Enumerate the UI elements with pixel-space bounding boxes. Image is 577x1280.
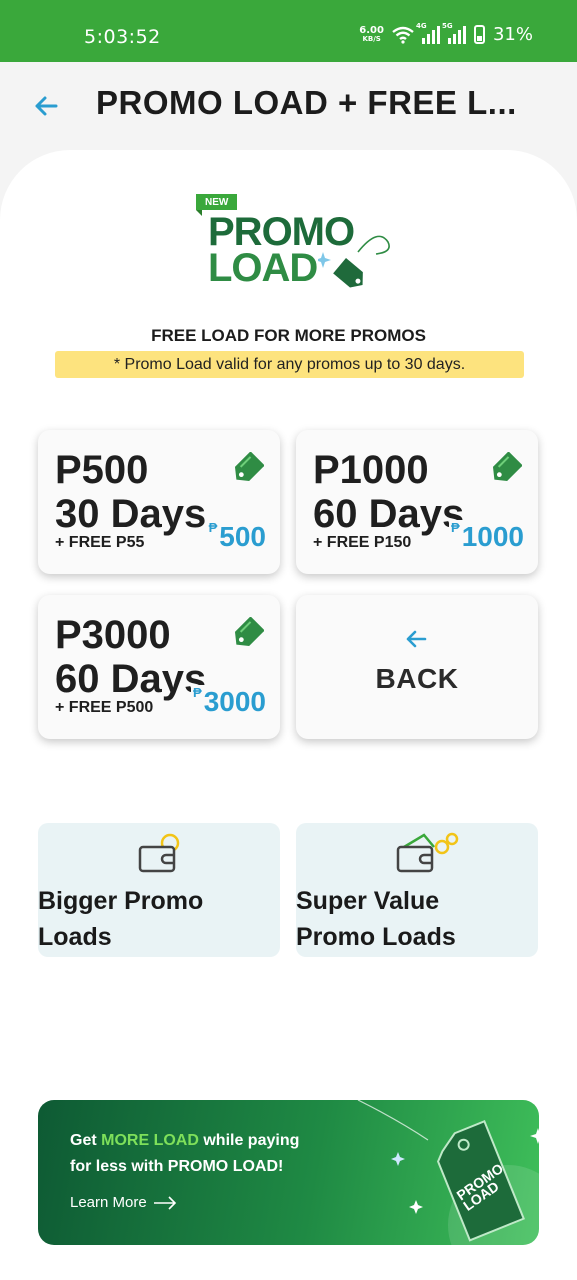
- wallet-cash-icon: [396, 832, 459, 873]
- offer-days: 30 Days: [55, 492, 207, 536]
- battery-percent: 31%: [492, 24, 533, 45]
- tile-label-line2: Promo Loads: [296, 923, 456, 951]
- offer-free-load: + FREE P150: [313, 534, 416, 552]
- offer-days: 60 Days: [55, 657, 207, 701]
- price-tag-icon: [492, 452, 522, 482]
- banner-text-highlight: MORE LOAD: [101, 1132, 199, 1149]
- tile-label: Bigger Promo Loads: [38, 883, 280, 955]
- offer-free-load: + FREE P55: [55, 534, 149, 552]
- price-currency: ₱: [208, 520, 218, 535]
- price-currency: ₱: [193, 685, 202, 700]
- offer-free-load: + FREE P500: [55, 699, 158, 717]
- learn-more-label: Learn More: [70, 1194, 147, 1211]
- offer-price: ₱1000: [449, 520, 524, 553]
- status-bar: 5:03:52 6.00 KB/S 4G 5G 31%: [0, 0, 577, 62]
- tile-label: Super Value Promo Loads: [296, 883, 538, 955]
- header: PROMO LOAD + FREE L...: [0, 62, 577, 162]
- price-currency: ₱: [451, 520, 460, 535]
- logo-line2: LOAD: [208, 246, 318, 290]
- price-tag-icon: [234, 617, 264, 647]
- banner-line1: Get MORE LOAD while paying: [70, 1132, 299, 1150]
- new-badge: NEW: [196, 194, 238, 216]
- signal-5g-icon: 5G: [442, 22, 466, 44]
- tile-label-line1: Super Value: [296, 887, 440, 915]
- tile-super-value-promo-loads[interactable]: Super Value Promo Loads: [296, 823, 538, 957]
- wifi-icon: [392, 26, 414, 44]
- offer-amount: P1000: [313, 448, 429, 492]
- status-icons: 6.00 KB/S 4G 5G 31%: [359, 22, 533, 46]
- validity-note: * Promo Load valid for any promos up to …: [55, 351, 524, 378]
- offer-price: ₱500: [206, 520, 266, 553]
- net-speed-value: 6.00: [359, 24, 384, 36]
- back-label: BACK: [375, 663, 459, 694]
- promo-load-logo: NEW PROMO LOAD: [190, 190, 400, 300]
- net-speed: 6.00 KB/S: [359, 24, 384, 44]
- net-speed-unit: KB/S: [362, 34, 381, 43]
- signal-5g-label: 5G: [441, 21, 453, 30]
- logo-tag-icon: [318, 235, 390, 288]
- offer-amount: P500: [55, 448, 149, 492]
- wallet-icon: [138, 833, 180, 873]
- price-value: 3000: [203, 686, 266, 717]
- price-tag-icon: [234, 452, 264, 482]
- banner-text-pre: Get: [70, 1132, 102, 1149]
- price-value: 1000: [461, 521, 524, 552]
- status-time: 5:03:52: [84, 26, 161, 48]
- signal-4g-label: 4G: [415, 21, 427, 30]
- signal-4g-icon: 4G: [416, 22, 440, 44]
- offer-card-p1000[interactable]: P1000 60 Days + FREE P150 ₱1000: [296, 430, 538, 574]
- battery-icon: [473, 25, 485, 44]
- arrow-right-icon: [153, 1195, 176, 1210]
- learn-more-link[interactable]: Learn More: [70, 1194, 177, 1211]
- banner-line2: for less with PROMO LOAD!: [70, 1158, 284, 1175]
- tile-label-line1: Bigger Promo: [38, 887, 204, 915]
- tile-bigger-promo-loads[interactable]: Bigger Promo Loads: [38, 823, 280, 957]
- price-value: 500: [219, 521, 266, 552]
- offer-card-p500[interactable]: P500 30 Days + FREE P55 ₱500: [38, 430, 280, 574]
- back-arrow-small-icon: [406, 630, 427, 648]
- offer-price: ₱3000: [191, 685, 266, 718]
- back-arrow-icon[interactable]: [30, 90, 62, 122]
- promo-banner[interactable]: PROMO LOAD Get MORE LOAD while paying fo…: [38, 1100, 539, 1245]
- offer-card-p3000[interactable]: P3000 60 Days + FREE P500 ₱3000: [38, 595, 280, 739]
- offer-amount: P3000: [55, 613, 171, 657]
- banner-text-post: while paying: [198, 1132, 300, 1149]
- back-card-button[interactable]: BACK: [296, 595, 538, 739]
- tile-label-line2: Loads: [38, 923, 112, 951]
- banner-tag-illustration: PROMO LOAD: [357, 1100, 539, 1245]
- promo-subtitle: FREE LOAD FOR MORE PROMOS: [151, 326, 426, 345]
- page-title: PROMO LOAD + FREE L...: [96, 84, 517, 121]
- offer-days: 60 Days: [313, 492, 465, 536]
